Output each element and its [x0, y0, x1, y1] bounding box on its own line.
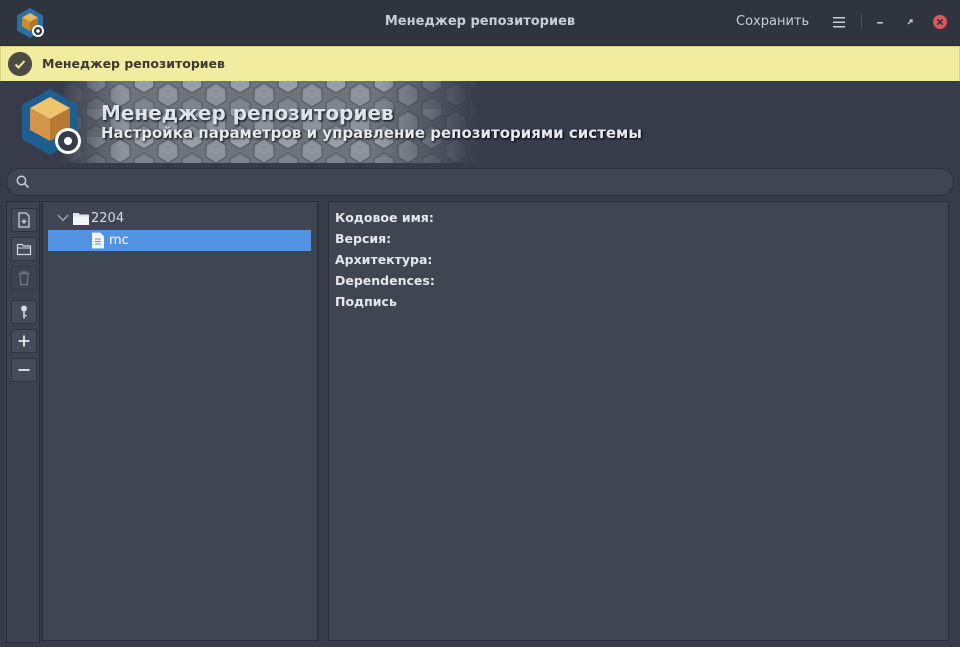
header-banner: Менеджер репозиториев Настройка параметр…: [0, 81, 960, 163]
codename-label: Кодовое имя:: [335, 210, 434, 225]
tree-item-label: mc: [109, 233, 129, 248]
version-label: Версия:: [335, 231, 392, 246]
banner-title: Менеджер репозиториев: [101, 101, 394, 125]
repository-manager-logo: [22, 89, 81, 155]
folder-icon: [73, 213, 89, 225]
tree-item-row[interactable]: mc: [48, 230, 311, 251]
trash-icon: [19, 271, 29, 286]
remove-button[interactable]: [11, 358, 37, 382]
search-icon: [16, 175, 30, 189]
minus-icon: [18, 369, 30, 371]
check-icon: [8, 52, 32, 76]
repository-tree[interactable]: 2204 mc: [42, 201, 318, 641]
side-toolbar: [6, 201, 40, 643]
minimize-icon[interactable]: [872, 14, 888, 30]
new-file-button[interactable]: [11, 208, 37, 232]
window-title: Менеджер репозиториев: [384, 14, 576, 29]
window-titlebar[interactable]: Менеджер репозиториев Сохранить: [0, 0, 960, 46]
chevron-down-icon[interactable]: [57, 213, 69, 223]
new-file-icon: [18, 212, 30, 228]
tree-folder-row[interactable]: 2204: [48, 208, 311, 229]
app-icon: [17, 8, 44, 38]
banner-subtitle: Настройка параметров и управление репози…: [101, 124, 642, 142]
key-button[interactable]: [11, 300, 37, 324]
search-input[interactable]: [39, 171, 943, 193]
dependences-label: Dependences:: [335, 273, 435, 288]
add-button[interactable]: [11, 329, 37, 353]
delete-button[interactable]: [11, 266, 37, 290]
maximize-icon[interactable]: [902, 14, 918, 30]
signature-label: Подпись: [335, 294, 397, 309]
close-icon[interactable]: [932, 14, 948, 30]
folder-icon: [16, 243, 32, 256]
save-button[interactable]: Сохранить: [736, 14, 809, 29]
architecture-label: Архитектура:: [335, 252, 433, 267]
menu-icon[interactable]: [830, 12, 848, 32]
info-bar: Менеджер репозиториев: [0, 46, 960, 82]
file-icon: [92, 232, 104, 249]
titlebar-separator: [861, 14, 862, 30]
key-icon: [21, 305, 27, 319]
details-panel: Кодовое имя: Версия: Архитектура: Depend…: [328, 201, 949, 641]
info-message: Менеджер репозиториев: [42, 56, 225, 71]
search-bar[interactable]: [6, 168, 954, 196]
tree-folder-label: 2204: [91, 211, 125, 226]
open-folder-button[interactable]: [11, 237, 37, 261]
plus-icon: [18, 335, 30, 347]
